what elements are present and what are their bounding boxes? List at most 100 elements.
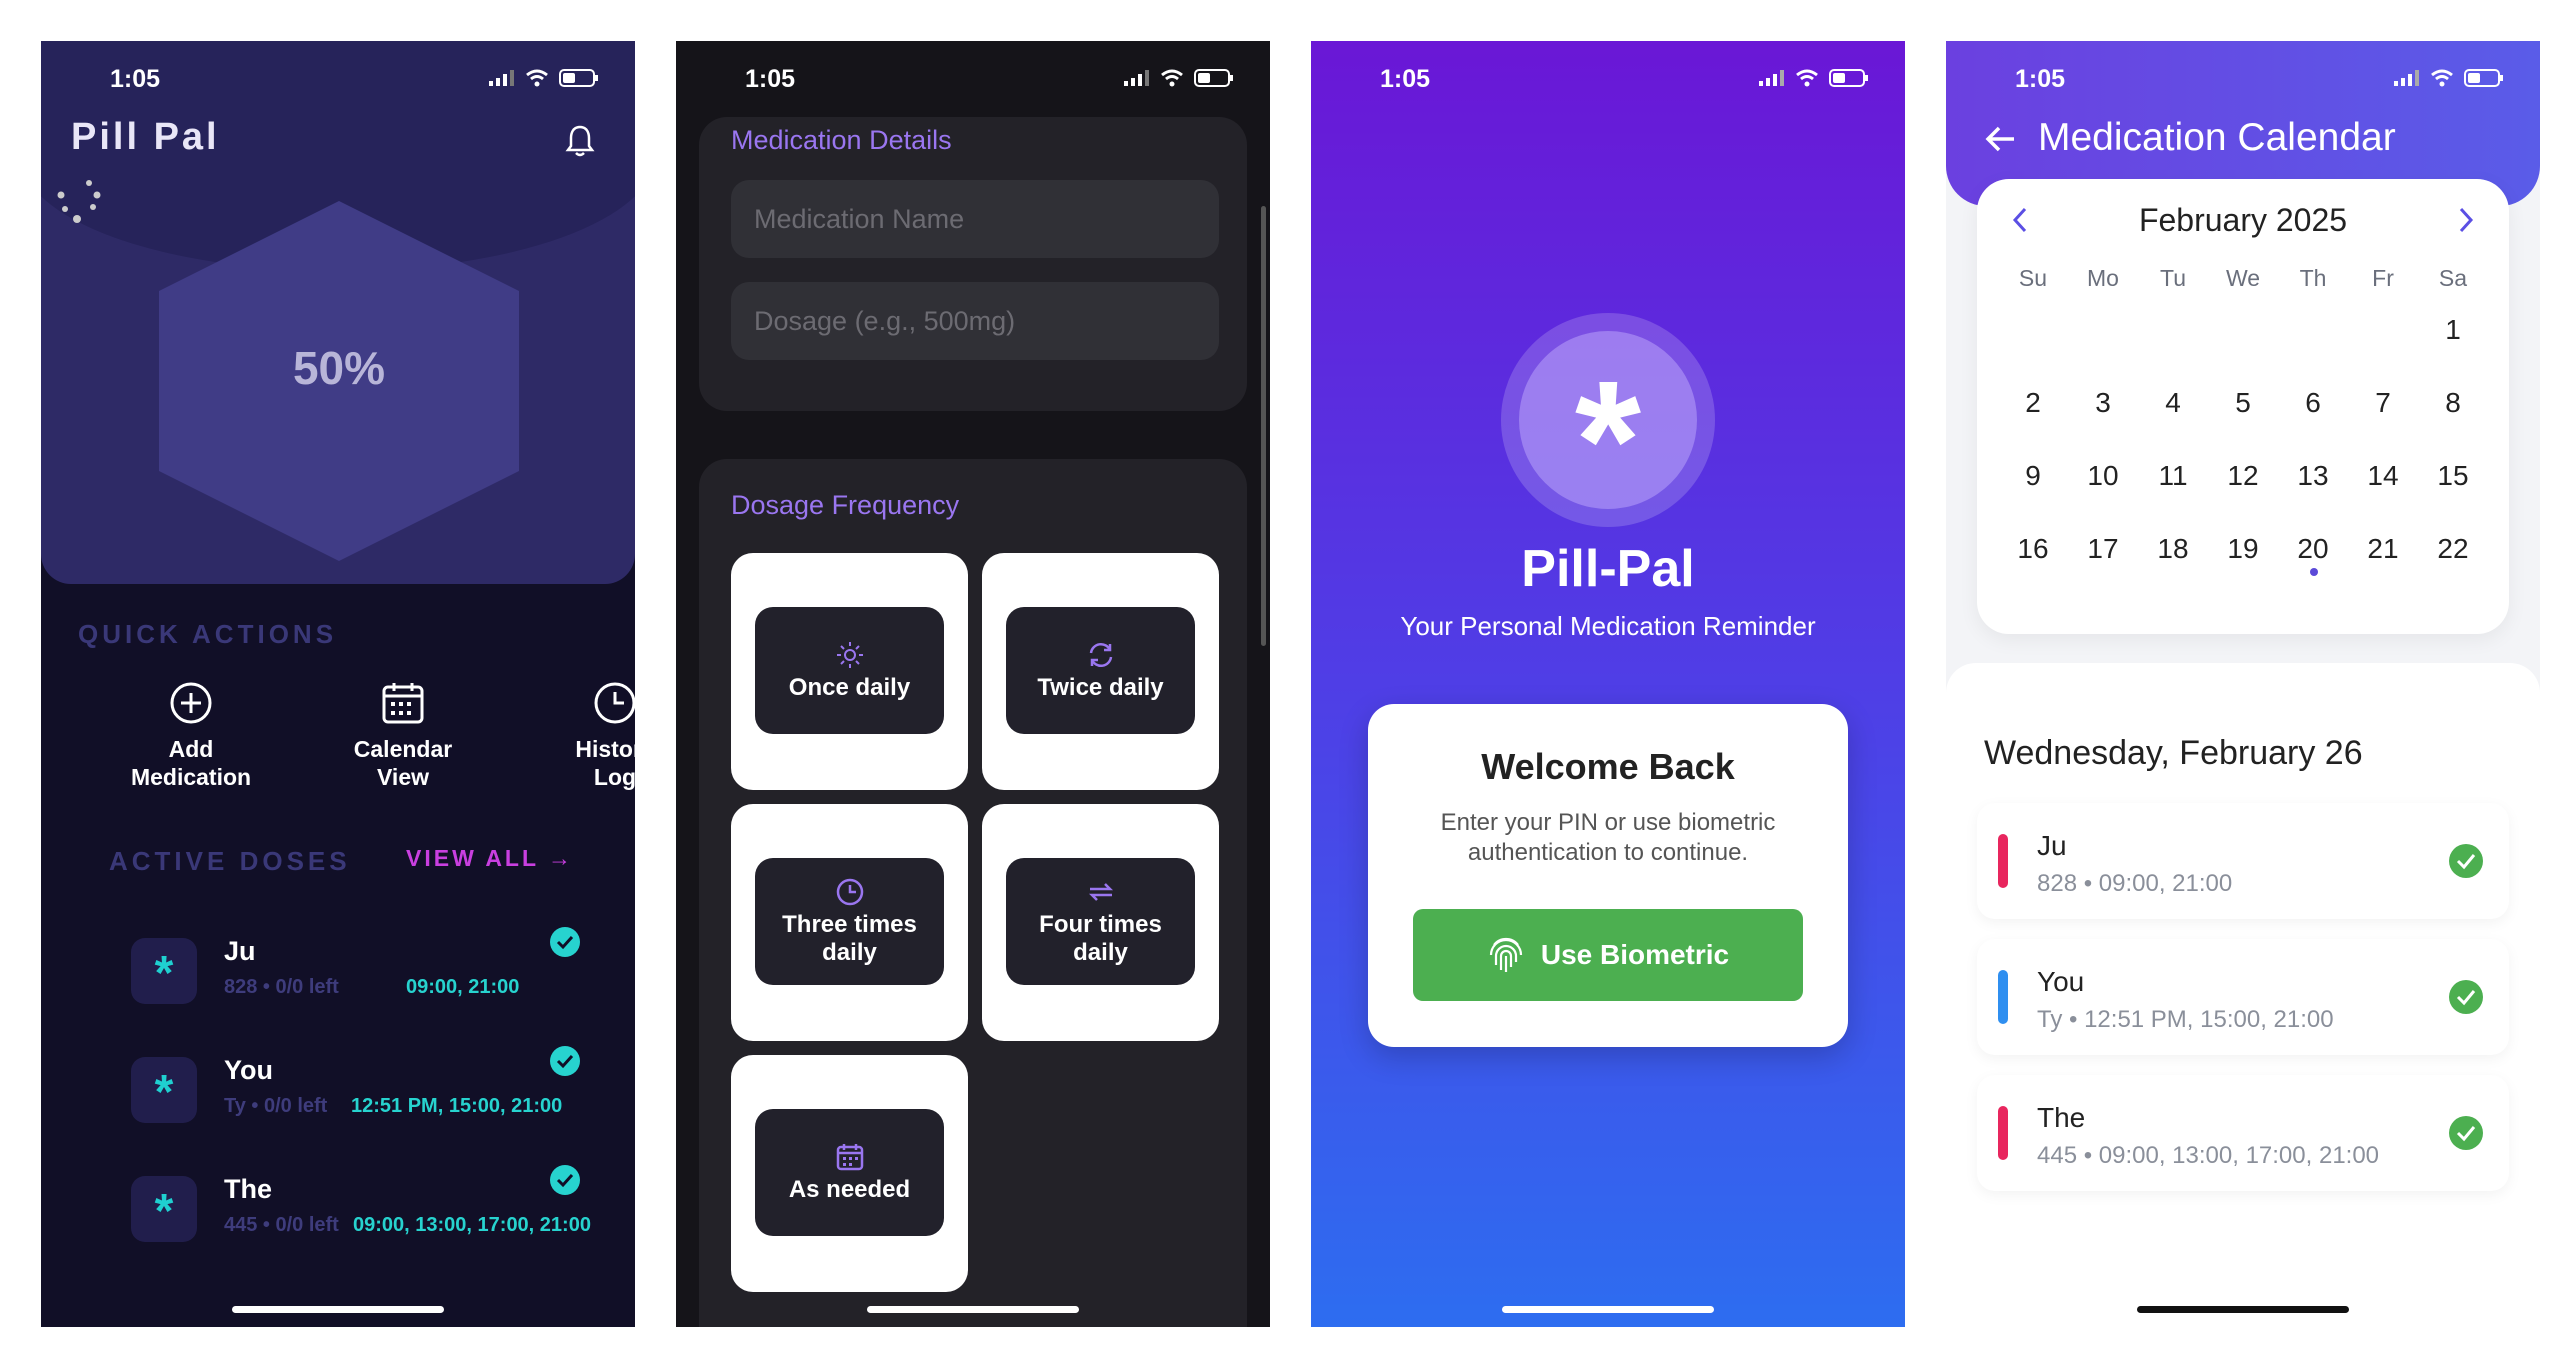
wifi-icon — [1796, 69, 1818, 87]
dose-name: The — [224, 1174, 273, 1204]
medication-item[interactable]: You Ty • 12:51 PM, 15:00, 21:00 — [1977, 939, 2509, 1055]
calendar-day[interactable]: 19 — [2208, 533, 2278, 565]
calendar-day-number: 1 — [2445, 313, 2461, 345]
calendar-day[interactable]: 18 — [2138, 533, 2208, 565]
chevron-right-icon[interactable] — [2455, 205, 2477, 235]
status-time: 1:05 — [745, 65, 796, 93]
calendar-day-number: 11 — [2158, 459, 2188, 491]
calendar-day[interactable]: 13 — [2278, 460, 2348, 492]
calendar-day[interactable]: 7 — [2348, 387, 2418, 419]
calendar-day[interactable]: 6 — [2278, 387, 2348, 419]
check-circle-icon[interactable] — [549, 1045, 581, 1077]
wifi-icon — [2431, 69, 2453, 87]
bell-icon[interactable] — [565, 124, 595, 158]
calendar-day-number: 9 — [2025, 459, 2041, 491]
dosage-input[interactable]: Dosage (e.g., 500mg) — [731, 282, 1219, 360]
calendar-view-action[interactable]: Calendar View — [303, 681, 503, 791]
calendar-week-row: 2 3 4 5 6 7 8 — [1998, 366, 2488, 439]
details-title: Medication Details — [731, 125, 952, 155]
frequency-option-three[interactable]: Three times daily — [731, 804, 968, 1041]
dose-sub: Ty • 0/0 left — [224, 1095, 328, 1117]
welcome-card: Welcome Back Enter your PIN or use biome… — [1368, 704, 1848, 1047]
weekday-label: Su — [2018, 264, 2048, 291]
calendar-day[interactable]: 17 — [2068, 533, 2138, 565]
check-circle-icon[interactable] — [2448, 979, 2484, 1015]
calendar-card: February 2025 Su Mo Tu We Th Fr Sa 12345… — [1977, 179, 2509, 634]
signal-icon — [2394, 70, 2419, 86]
calendar-day[interactable]: 8 — [2418, 387, 2488, 419]
calendar-day[interactable]: 10 — [2068, 460, 2138, 492]
login-screen: 1:05 * Pill-Pal Your Personal Medication… — [1311, 41, 1905, 1327]
medication-item[interactable]: Ju 828 • 09:00, 21:00 — [1977, 803, 2509, 919]
battery-icon — [1194, 69, 1233, 87]
calendar-day[interactable]: 11 — [2138, 460, 2208, 492]
use-biometric-button[interactable]: Use Biometric — [1413, 909, 1803, 1001]
asterisk-icon: * — [131, 1176, 197, 1242]
check-circle-icon[interactable] — [2448, 843, 2484, 879]
calendar-day[interactable]: 22 — [2418, 533, 2488, 565]
calendar-day[interactable]: 16 — [1998, 533, 2068, 565]
calendar-day[interactable]: 5 — [2208, 387, 2278, 419]
quick-action-label: History Log — [575, 736, 635, 790]
frequency-option-four[interactable]: Four times daily — [982, 804, 1219, 1041]
calendar-day-number: 2 — [2025, 386, 2041, 418]
battery-icon — [1829, 69, 1868, 87]
frequency-option-as-needed[interactable]: As needed — [731, 1055, 968, 1292]
calendar-day[interactable]: 12 — [2208, 460, 2278, 492]
home-indicator — [2137, 1306, 2349, 1313]
progress-value: 50% — [292, 342, 386, 394]
back-arrow-icon[interactable] — [1984, 124, 2018, 154]
medication-schedule: Ty • 12:51 PM, 15:00, 21:00 — [2037, 1006, 2334, 1033]
dose-item[interactable]: * You Ty • 0/0 left 12:51 PM, 15:00, 21:… — [131, 1045, 635, 1135]
medication-item[interactable]: The 445 • 09:00, 13:00, 17:00, 21:00 — [1977, 1075, 2509, 1191]
repeat-icon — [1088, 882, 1113, 901]
check-circle-icon[interactable] — [549, 926, 581, 958]
sun-icon — [836, 641, 863, 668]
wifi-icon — [1161, 69, 1183, 87]
scrollbar[interactable] — [1261, 206, 1266, 646]
calendar-day[interactable]: 4 — [2138, 387, 2208, 419]
check-circle-icon[interactable] — [2448, 1115, 2484, 1151]
medication-schedule: 828 • 09:00, 21:00 — [2037, 870, 2233, 897]
calendar-day-number: 12 — [2227, 459, 2259, 491]
frequency-option-once[interactable]: Once daily — [731, 553, 968, 790]
calendar-day[interactable]: 15 — [2418, 460, 2488, 492]
status-time: 1:05 — [1380, 65, 1431, 93]
status-icons — [1759, 69, 1869, 87]
medication-name: Ju — [2037, 830, 2067, 861]
calendar-day[interactable]: 9 — [1998, 460, 2068, 492]
frequency-option-twice[interactable]: Twice daily — [982, 553, 1219, 790]
calendar-day[interactable]: 2 — [1998, 387, 2068, 419]
calendar-grid: Su Mo Tu We Th Fr Sa 1 2 3 4 5 6 7 8 9 10 11 12 13 14… — [1998, 263, 2488, 585]
dose-name: You — [224, 1055, 273, 1085]
color-bar — [1998, 970, 2008, 1024]
calendar-day[interactable]: 20 — [2278, 533, 2348, 576]
dose-times: 12:51 PM, 15:00, 21:00 — [351, 1095, 563, 1117]
calendar-day[interactable]: 21 — [2348, 533, 2418, 565]
asterisk-logo-icon: * — [1574, 346, 1642, 536]
dose-sub: 445 • 0/0 left — [224, 1214, 339, 1236]
event-dot — [2310, 567, 2318, 576]
add-medication-action[interactable]: Add Medication — [91, 681, 291, 791]
calendar-day[interactable]: 1 — [2418, 314, 2488, 346]
check-circle-icon[interactable] — [549, 1164, 581, 1196]
medication-name-input[interactable]: Medication Name — [731, 180, 1219, 258]
home-indicator — [1502, 1306, 1714, 1313]
dose-name: Ju — [224, 936, 256, 966]
history-log-action[interactable]: History Log — [515, 681, 635, 791]
option-label: Twice daily — [1037, 673, 1164, 701]
asterisk-icon: * — [131, 938, 197, 1004]
calendar-day-number: 19 — [2227, 532, 2259, 564]
active-doses-title: ACTIVE DOSES — [109, 846, 351, 876]
dose-item[interactable]: * Ju 828 • 0/0 left 09:00, 21:00 — [131, 926, 635, 1016]
calendar-day-number: 22 — [2437, 532, 2469, 564]
calendar-day-number: 13 — [2297, 459, 2329, 491]
calendar-day-number: 21 — [2367, 532, 2399, 564]
calendar-day[interactable]: 14 — [2348, 460, 2418, 492]
dose-times: 09:00, 21:00 — [406, 976, 520, 998]
view-all-link[interactable]: VIEW ALL → — [406, 845, 574, 872]
calendar-day[interactable]: 3 — [2068, 387, 2138, 419]
dose-item[interactable]: * The 445 • 0/0 left 09:00, 13:00, 17:00… — [131, 1164, 635, 1254]
signal-icon — [1124, 70, 1149, 86]
calendar-icon — [382, 683, 424, 724]
